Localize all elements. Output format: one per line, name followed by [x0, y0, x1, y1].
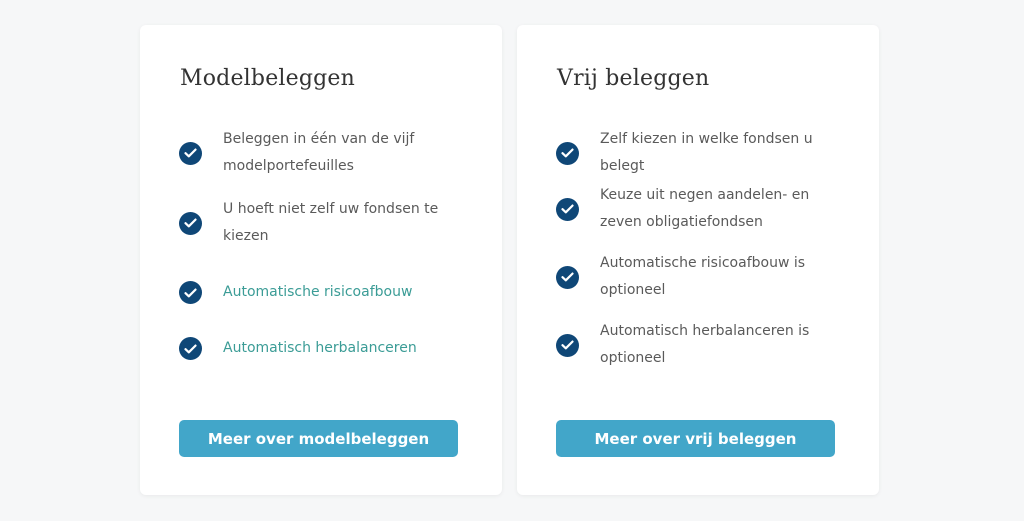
check-circle-icon — [556, 265, 579, 289]
check-circle-icon — [556, 197, 579, 221]
check-circle-icon — [556, 333, 579, 357]
feature-item: Automatisch herbalanceren — [179, 335, 469, 362]
meer-over-vrij-beleggen-button[interactable]: Meer over vrij beleggen — [556, 420, 835, 457]
check-circle-icon — [179, 337, 202, 360]
meer-over-modelbeleggen-button[interactable]: Meer over modelbeleggen — [179, 420, 458, 457]
modelbeleggen-card: Modelbeleggen Beleggen in één van de vij… — [140, 25, 502, 495]
feature-text: Beleggen in één van de vijf modelportefe… — [223, 131, 415, 174]
feature-item: Automatische risicoafbouw is optioneel — [556, 250, 846, 304]
feature-item: Keuze uit negen aandelen- en zeven oblig… — [556, 182, 846, 236]
feature-item: Zelf kiezen in welke fondsen u belegt — [556, 126, 846, 180]
feature-item: U hoeft niet zelf uw fondsen te kiezen — [179, 196, 469, 250]
check-circle-icon — [179, 141, 202, 165]
feature-item: Automatisch herbalanceren is optioneel — [556, 318, 846, 372]
check-circle-icon — [179, 281, 202, 304]
check-circle-icon — [556, 141, 579, 165]
feature-text: Keuze uit negen aandelen- en zeven oblig… — [600, 187, 810, 230]
feature-item: Beleggen in één van de vijf modelportefe… — [179, 126, 469, 180]
feature-item: Automatische risicoafbouw — [179, 279, 469, 306]
feature-text: Automatische risicoafbouw is optioneel — [600, 255, 806, 298]
check-circle-icon — [179, 211, 202, 235]
feature-text: Zelf kiezen in welke fondsen u belegt — [600, 131, 813, 174]
feature-text: U hoeft niet zelf uw fondsen te kiezen — [223, 201, 439, 244]
feature-text: Automatisch herbalanceren — [223, 340, 417, 356]
vrij-beleggen-card: Vrij beleggen Zelf kiezen in welke fonds… — [517, 25, 879, 495]
feature-text: Automatische risicoafbouw — [223, 284, 413, 300]
feature-text: Automatisch herbalanceren is optioneel — [600, 323, 810, 366]
card-title: Vrij beleggen — [557, 66, 710, 91]
card-title: Modelbeleggen — [180, 66, 356, 91]
